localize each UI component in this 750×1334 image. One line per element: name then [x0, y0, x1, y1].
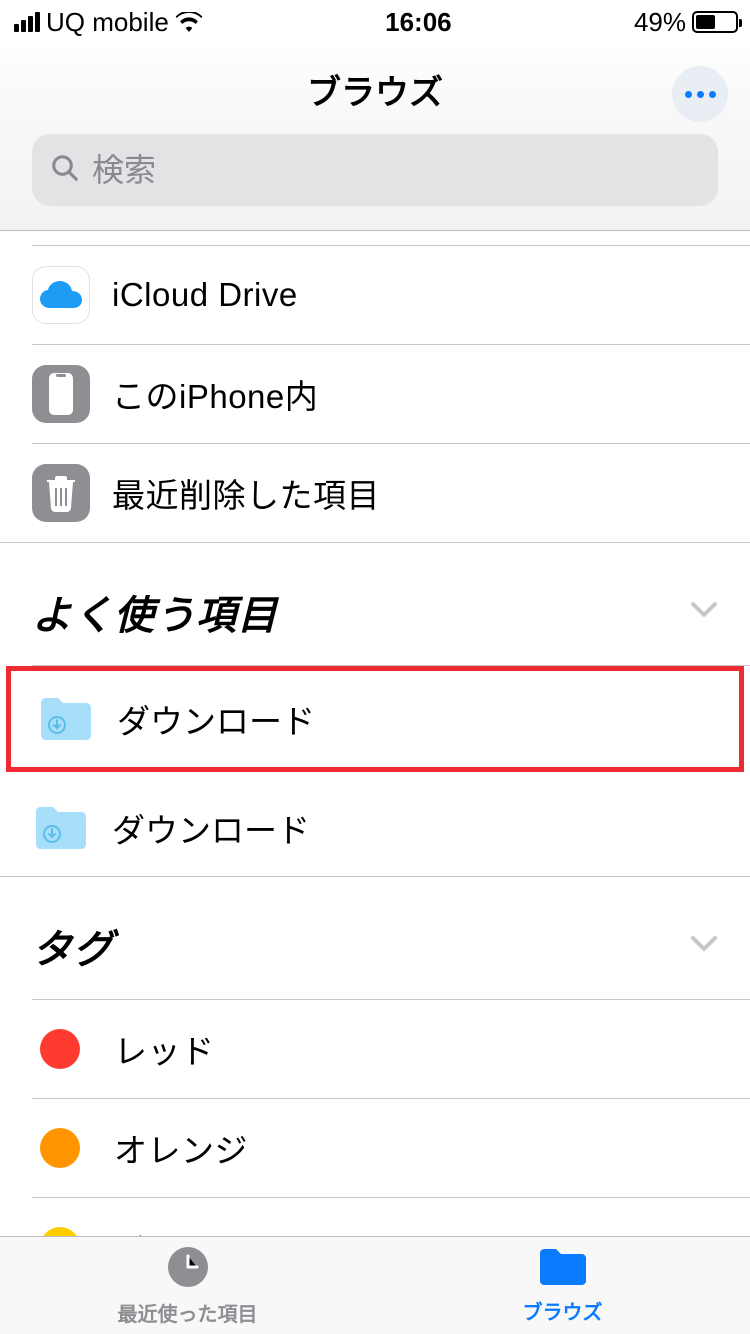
content-scroll[interactable]: iCloud Drive このiPhone内 最近削除した項目 よく使う項目 ダ… — [0, 231, 750, 1237]
tag-red[interactable]: レッド — [0, 1000, 750, 1098]
tab-recents[interactable]: 最近使った項目 — [0, 1237, 375, 1334]
battery-percent: 49% — [634, 7, 686, 38]
location-icloud-drive[interactable]: iCloud Drive — [0, 246, 750, 344]
section-header-tags[interactable]: タグ — [0, 877, 750, 999]
ellipsis-icon — [685, 91, 692, 98]
favorite-label: ダウンロード — [112, 804, 310, 852]
tag-orange[interactable]: オレンジ — [0, 1099, 750, 1197]
folder-icon — [537, 1247, 589, 1292]
search-container — [0, 134, 750, 231]
trash-icon — [32, 464, 90, 522]
favorite-label: ダウンロード — [117, 695, 315, 743]
iphone-icon — [32, 365, 90, 423]
icloud-icon — [32, 266, 90, 324]
annotation-highlight: ダウンロード — [6, 666, 744, 772]
downloads-folder-icon — [37, 690, 95, 748]
tag-label: イエロー — [114, 1223, 248, 1237]
navigation-bar: ブラウズ — [0, 44, 750, 134]
tag-color-dot — [40, 1128, 80, 1168]
section-title: よく使う項目 — [32, 583, 278, 641]
wifi-icon — [175, 12, 203, 32]
favorite-downloads-2[interactable]: ダウンロード — [0, 780, 750, 876]
status-left: UQ mobile — [14, 7, 203, 38]
signal-bars-icon — [14, 12, 40, 32]
favorite-downloads-1[interactable]: ダウンロード — [11, 671, 739, 767]
tab-bar: 最近使った項目 ブラウズ — [0, 1236, 750, 1334]
status-right: 49% — [634, 7, 738, 38]
search-icon — [50, 153, 80, 188]
tag-color-dot — [40, 1029, 80, 1069]
tab-label: ブラウズ — [523, 1296, 603, 1325]
search-field[interactable] — [32, 134, 718, 206]
status-time: 16:06 — [385, 7, 452, 38]
location-label: このiPhone内 — [112, 370, 318, 418]
location-label: iCloud Drive — [112, 276, 298, 314]
status-bar: UQ mobile 16:06 49% — [0, 0, 750, 44]
location-recently-deleted[interactable]: 最近削除した項目 — [0, 444, 750, 542]
search-input[interactable] — [92, 152, 700, 189]
tab-label: 最近使った項目 — [118, 1298, 258, 1327]
battery-fill — [696, 15, 715, 29]
tag-label: オレンジ — [114, 1124, 248, 1172]
more-options-button[interactable] — [672, 66, 728, 122]
battery-icon — [692, 11, 738, 33]
location-on-iphone[interactable]: このiPhone内 — [0, 345, 750, 443]
tab-browse[interactable]: ブラウズ — [375, 1237, 750, 1334]
tag-label: レッド — [114, 1025, 215, 1073]
downloads-folder-icon — [32, 799, 90, 857]
section-title: タグ — [32, 917, 114, 975]
page-title: ブラウズ — [307, 65, 443, 114]
chevron-down-icon — [690, 601, 718, 624]
location-label: 最近削除した項目 — [112, 469, 380, 517]
chevron-down-icon — [690, 935, 718, 958]
tag-yellow[interactable]: イエロー — [0, 1198, 750, 1237]
section-header-favorites[interactable]: よく使う項目 — [0, 543, 750, 665]
carrier-label: UQ mobile — [46, 7, 169, 38]
clock-icon — [166, 1245, 210, 1294]
